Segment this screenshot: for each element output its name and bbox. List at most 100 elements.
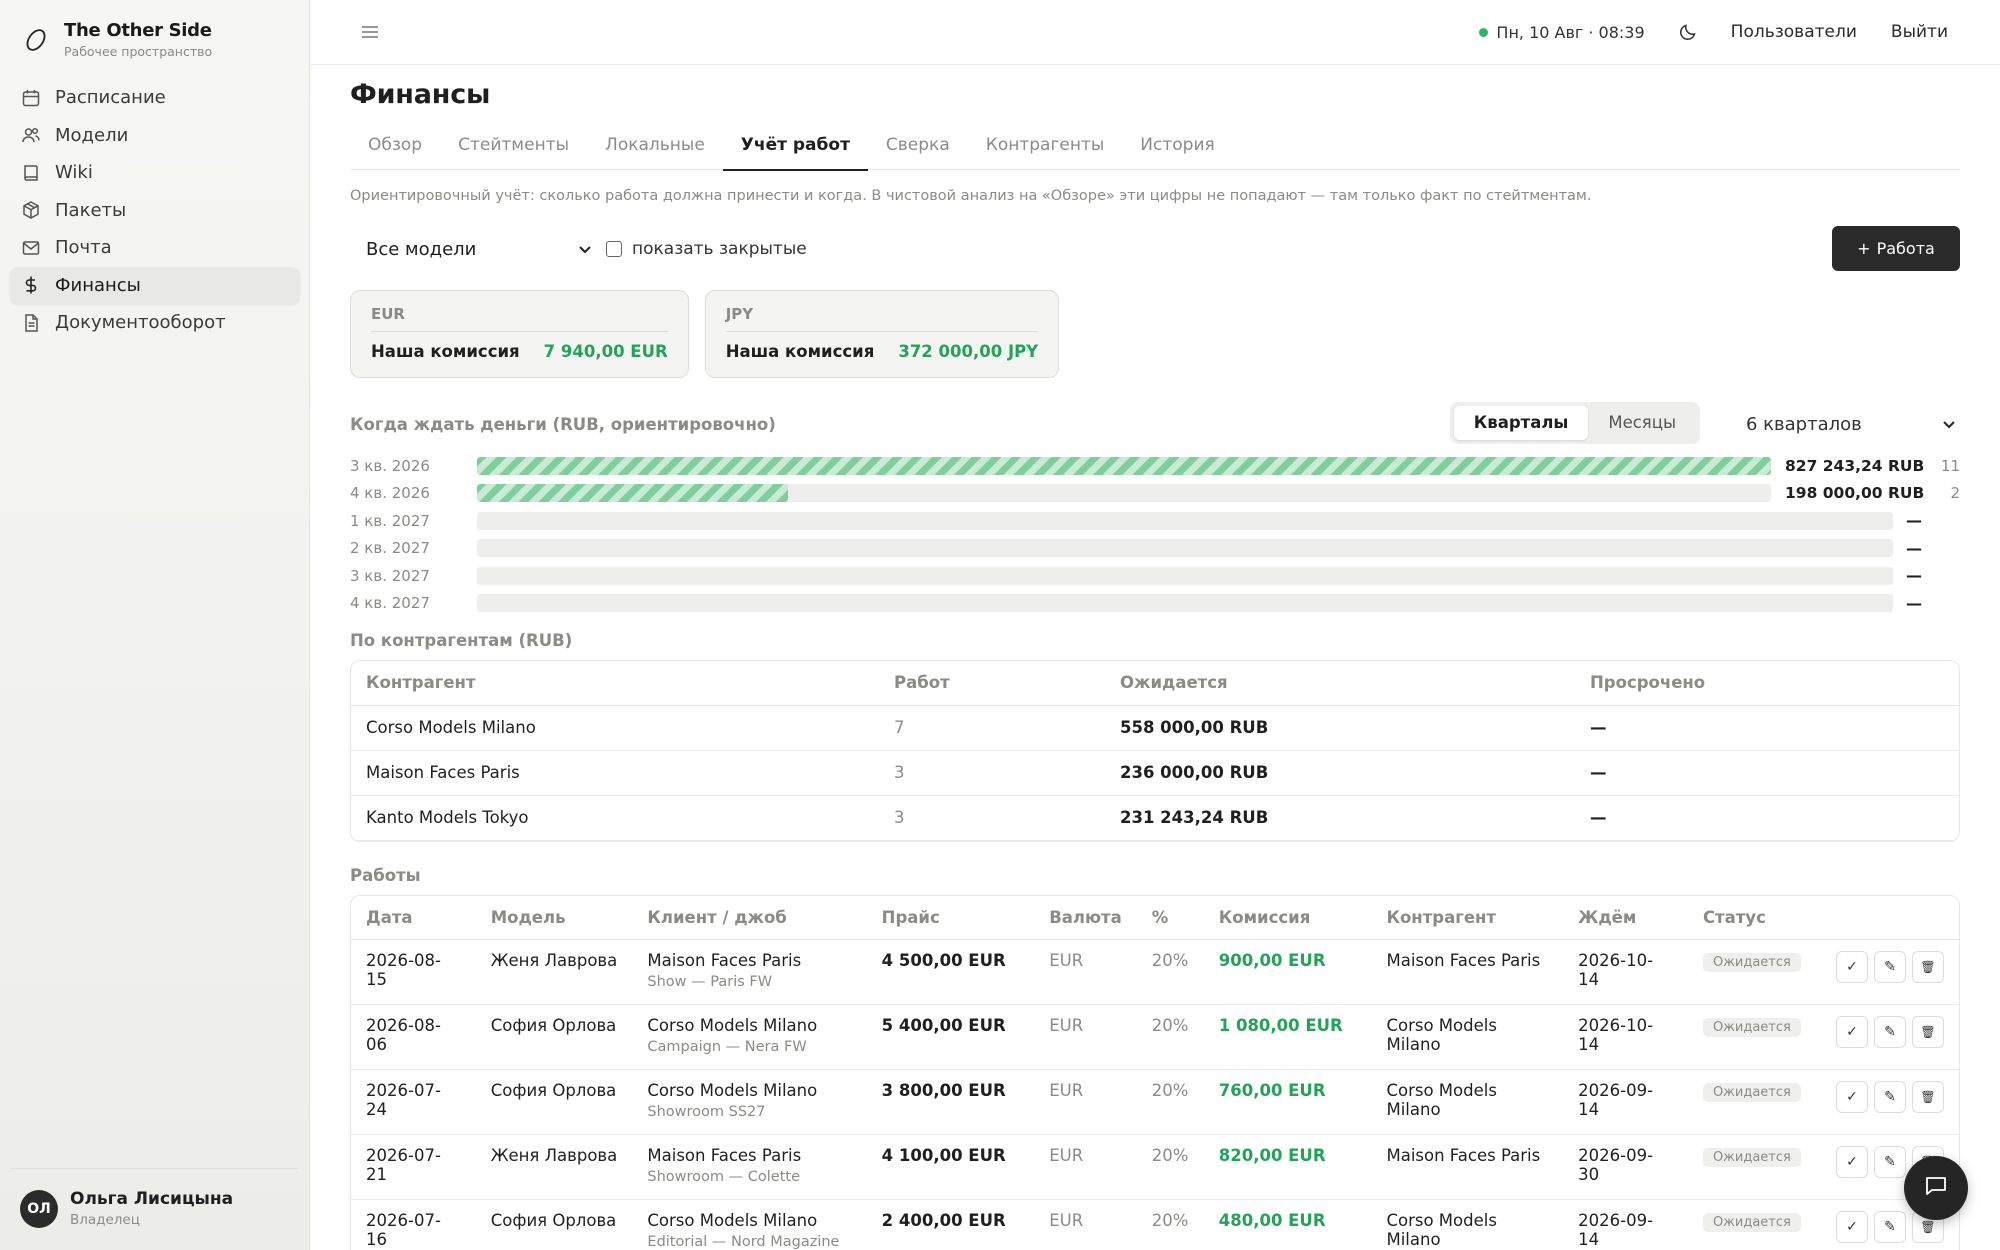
timeline-label: 1 кв. 2027: [350, 511, 430, 530]
datetime: Пн, 10 Авг · 08:39: [1479, 22, 1645, 42]
tab-statements[interactable]: Стейтменты: [440, 130, 587, 170]
timeline-row: 4 кв. 2026 198 000,00 RUB 2: [350, 480, 1960, 508]
timeline-bar-track: [477, 594, 1893, 613]
sidebar-item-documents[interactable]: Документооборот: [10, 304, 300, 341]
cell-model: София Орлова: [475, 1199, 633, 1250]
sidebar: The Other Side Рабочее пространство Расп…: [0, 0, 310, 1250]
confirm-button[interactable]: ✓: [1836, 1016, 1868, 1048]
confirm-button[interactable]: ✓: [1836, 1146, 1868, 1178]
logout-link[interactable]: Выйти: [1891, 22, 1948, 42]
cell-due: 2026-09-30: [1563, 1134, 1688, 1200]
tab-overview[interactable]: Обзор: [368, 130, 440, 170]
user-role: Владелец: [70, 1212, 140, 1228]
table-row[interactable]: Kanto Models Tokyo 3 231 243,24 RUB —: [351, 795, 1959, 841]
timeline-label: 3 кв. 2026: [350, 456, 430, 475]
table-row[interactable]: 2026-08-06 София Орлова Corso Models Milan…: [351, 1004, 1959, 1070]
confirm-button[interactable]: ✓: [1836, 1211, 1868, 1243]
period-count-select[interactable]: 6 кварталов: [1720, 404, 1960, 444]
timeline-label: 4 кв. 2026: [350, 484, 430, 503]
model-select-value: Все модели: [366, 238, 477, 260]
edit-button[interactable]: ✎: [1874, 951, 1906, 983]
table-row[interactable]: 2026-08-15 Женя Лаврова Maison Faces Paris…: [351, 939, 1959, 1005]
table-row[interactable]: 2026-07-16 София Орлова Corso Models Milan…: [351, 1199, 1959, 1250]
timeline-amount: 198 000,00 RUB: [1785, 484, 1925, 503]
menu-icon[interactable]: [358, 20, 382, 44]
tab-history[interactable]: История: [1122, 130, 1232, 170]
brand[interactable]: The Other Side Рабочее пространство: [22, 20, 212, 59]
cell-currency: EUR: [1034, 1069, 1137, 1135]
tab-counterparties[interactable]: Контрагенты: [968, 130, 1123, 170]
pencil-icon: ✎: [1884, 959, 1896, 975]
table-row[interactable]: Corso Models Milano 7 558 000,00 RUB —: [351, 705, 1959, 751]
timeline-label: 3 кв. 2027: [350, 566, 430, 585]
cell-status: Ожидается: [1687, 1069, 1821, 1135]
add-work-button[interactable]: + Работа: [1832, 226, 1960, 271]
check-icon: ✓: [1846, 1089, 1858, 1105]
cell-due: 2026-09-14: [1563, 1069, 1688, 1135]
status-badge: Ожидается: [1702, 1083, 1801, 1102]
sidebar-nav: Расписание Модели Wiki Пакеты Почта Фина…: [10, 79, 300, 342]
sidebar-item-wiki[interactable]: Wiki: [10, 154, 300, 191]
sidebar-item-label: Модели: [55, 124, 129, 146]
table-row[interactable]: 2026-07-21 Женя Лаврова Maison Faces Paris…: [351, 1134, 1959, 1200]
counterparties-title: По контрагентам (RUB): [350, 631, 573, 650]
works-table: Дата Модель Клиент / джоб Прайс Валюта %…: [350, 894, 1960, 1250]
period-count-value: 6 кварталов: [1746, 413, 1862, 435]
cell-currency: EUR: [1034, 1004, 1137, 1070]
edit-button[interactable]: ✎: [1874, 1081, 1906, 1113]
client-name: Corso Models Milano: [647, 1016, 818, 1035]
tab-work-tracking[interactable]: Учёт работ: [722, 130, 869, 171]
sidebar-item-mail[interactable]: Почта: [10, 229, 300, 266]
period-toggle: Кварталы Месяцы: [1449, 402, 1700, 444]
chat-icon: [1923, 1173, 1949, 1203]
job-name: Showroom SS27: [647, 1104, 766, 1120]
tab-reconciliation[interactable]: Сверка: [868, 130, 968, 170]
edit-button[interactable]: ✎: [1874, 1146, 1906, 1178]
cell-name: Kanto Models Tokyo: [351, 795, 879, 841]
datetime-text: Пн, 10 Авг · 08:39: [1496, 22, 1645, 42]
delete-button[interactable]: 🗑: [1912, 1016, 1944, 1048]
column-header: Прайс: [866, 895, 1035, 940]
cell-overdue: —: [1575, 705, 1959, 751]
cell-commission: 900,00 EUR: [1203, 939, 1372, 1005]
sidebar-item-packages[interactable]: Пакеты: [10, 192, 300, 229]
moon-icon[interactable]: [1679, 23, 1697, 41]
cell-name: Maison Faces Paris: [351, 750, 879, 796]
confirm-button[interactable]: ✓: [1836, 1081, 1868, 1113]
cashflow-timeline: 3 кв. 2026 827 243,24 RUB 11 4 кв. 2026 198 …: [350, 452, 1960, 617]
show-closed-checkbox[interactable]: [606, 241, 622, 257]
cell-count: 7: [879, 705, 1105, 751]
toggle-months[interactable]: Месяцы: [1588, 406, 1696, 440]
show-closed-toggle[interactable]: показать закрытые: [606, 239, 807, 259]
sidebar-item-label: Документооборот: [55, 312, 226, 333]
chat-button[interactable]: [1904, 1156, 1968, 1220]
delete-button[interactable]: 🗑: [1912, 951, 1944, 983]
job-name: Campaign — Nera FW: [647, 1039, 807, 1055]
sidebar-item-schedule[interactable]: Расписание: [10, 79, 300, 116]
table-row[interactable]: Maison Faces Paris 3 236 000,00 RUB —: [351, 750, 1959, 796]
user-profile[interactable]: ОЛ Ольга Лисицына Владелец: [10, 1168, 299, 1228]
trash-icon: 🗑: [1920, 1090, 1936, 1104]
cell-counterparty: Maison Faces Paris: [1371, 1134, 1564, 1200]
cell-model: София Орлова: [475, 1069, 633, 1135]
avatar: ОЛ: [20, 1189, 58, 1228]
delete-button[interactable]: 🗑: [1912, 1081, 1944, 1113]
cell-status: Ожидается: [1687, 1199, 1821, 1250]
sidebar-item-finance[interactable]: Финансы: [10, 266, 300, 304]
edit-button[interactable]: ✎: [1874, 1211, 1906, 1243]
edit-button[interactable]: ✎: [1874, 1016, 1906, 1048]
sidebar-item-models[interactable]: Модели: [10, 117, 300, 154]
status-badge: Ожидается: [1702, 1148, 1801, 1167]
toggle-quarters[interactable]: Кварталы: [1453, 406, 1589, 440]
confirm-button[interactable]: ✓: [1836, 951, 1868, 983]
cell-date: 2026-07-24: [351, 1069, 476, 1135]
table-row[interactable]: 2026-07-24 София Орлова Corso Models Milan…: [351, 1069, 1959, 1135]
cell-status: Ожидается: [1687, 1134, 1821, 1200]
users-link[interactable]: Пользователи: [1731, 22, 1857, 42]
model-select[interactable]: Все модели: [350, 229, 600, 269]
column-header: Модель: [475, 895, 633, 940]
sidebar-item-label: Расписание: [55, 87, 166, 108]
tab-local[interactable]: Локальные: [587, 130, 723, 170]
row-actions: ✓ ✎ 🗑: [1836, 1016, 1944, 1048]
cell-expected: 231 243,24 RUB: [1105, 795, 1575, 841]
